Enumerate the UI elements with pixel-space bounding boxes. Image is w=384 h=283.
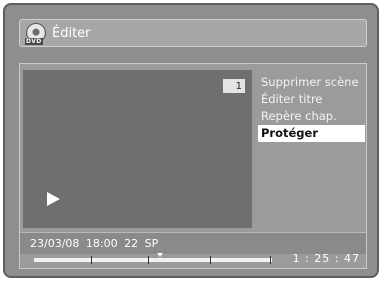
menu-item-delete-scene[interactable]: Supprimer scène — [258, 74, 365, 91]
recording-mode: SP — [144, 237, 159, 250]
recording-date: 23/03/08 — [30, 237, 80, 250]
recording-channel: 22 — [124, 237, 139, 250]
menu-item-chapter-mark[interactable]: Repère chap. — [258, 108, 365, 125]
playhead-marker[interactable] — [157, 253, 163, 257]
elapsed-time: 1 : 25 : 47 — [292, 252, 360, 265]
chapter-mark — [210, 256, 211, 264]
timeline-bar: 1 : 25 : 47 — [20, 252, 366, 268]
chapter-number-badge: 1 — [223, 79, 245, 93]
chapter-mark — [91, 256, 92, 264]
edit-panel: 1 Supprimer scène Éditer titre Repère ch… — [19, 63, 367, 269]
chapter-mark — [148, 256, 149, 264]
menu-item-edit-title[interactable]: Éditer titre — [258, 91, 365, 108]
dvd-menu-screen: DVD Éditer 1 Supprimer scène Éditer titr… — [3, 3, 379, 278]
page-title: Éditer — [52, 25, 91, 41]
edit-menu: Supprimer scène Éditer titre Repère chap… — [258, 74, 365, 142]
title-bar: DVD Éditer — [19, 19, 367, 47]
dvd-disc-icon: DVD — [25, 23, 46, 45]
video-preview: 1 — [23, 70, 252, 228]
progress-track[interactable] — [34, 253, 272, 264]
recording-info-bar: 23/03/08 18:00 22 SP — [20, 232, 366, 254]
play-icon — [47, 192, 60, 206]
chapter-mark — [270, 256, 271, 264]
menu-item-protect[interactable]: Protéger — [258, 125, 365, 142]
disc-tag: DVD — [25, 38, 43, 45]
recording-time: 18:00 — [85, 237, 118, 250]
